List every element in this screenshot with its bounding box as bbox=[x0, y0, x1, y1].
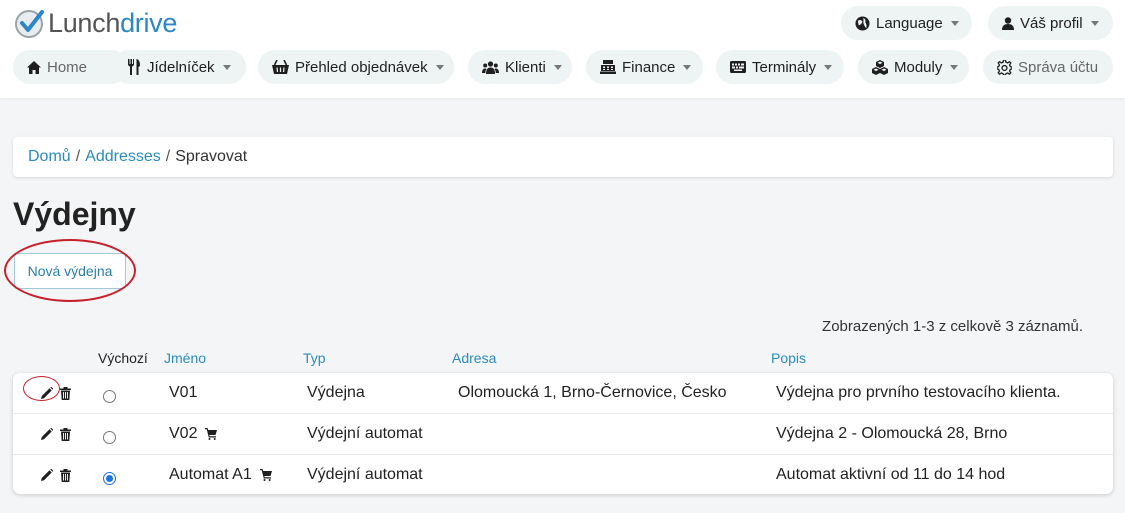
chevron-down-icon bbox=[1090, 20, 1099, 26]
row-actions bbox=[41, 373, 71, 413]
column-header-default: Výchozí bbox=[98, 350, 148, 366]
profile-label: Váš profil bbox=[1020, 14, 1083, 32]
nav-finance[interactable]: Finance bbox=[586, 50, 703, 84]
row-actions bbox=[41, 455, 71, 495]
column-header-name[interactable]: Jméno bbox=[164, 350, 206, 366]
cubes-icon bbox=[872, 59, 888, 75]
trash-icon[interactable] bbox=[60, 468, 71, 482]
breadcrumb-home-link[interactable]: Domů bbox=[28, 148, 71, 166]
row-description: Automat aktivní od 11 do 14 hod bbox=[776, 466, 1006, 483]
nav-clients-label: Klienti bbox=[505, 58, 546, 76]
default-radio-cell bbox=[103, 376, 116, 416]
table-row: V01 Výdejna Olomoucká 1, Brno-Černovice,… bbox=[13, 373, 1113, 413]
row-name-cell: Automat A1 bbox=[169, 455, 272, 495]
user-icon bbox=[1002, 16, 1014, 30]
nav-modules[interactable]: Moduly bbox=[858, 50, 969, 84]
language-dropdown[interactable]: Language bbox=[841, 6, 972, 40]
breadcrumb-current: Spravovat bbox=[175, 148, 248, 165]
row-address: Olomoucká 1, Brno-Černovice, Česko bbox=[458, 384, 727, 401]
language-label: Language bbox=[876, 14, 943, 32]
table-row: V02 Výdejní automat Výdejna 2 - Olomouck… bbox=[13, 413, 1113, 453]
row-actions bbox=[41, 414, 71, 454]
pencil-icon[interactable] bbox=[41, 387, 53, 399]
default-radio[interactable] bbox=[103, 430, 116, 444]
breadcrumb-separator: / bbox=[165, 148, 171, 165]
row-name: V02 bbox=[169, 425, 198, 442]
default-radio-cell bbox=[103, 458, 116, 498]
row-name: V01 bbox=[169, 384, 198, 401]
column-header-address[interactable]: Adresa bbox=[452, 350, 496, 366]
trash-icon[interactable] bbox=[60, 427, 71, 441]
chevron-down-icon bbox=[222, 64, 231, 70]
row-type: Výdejní automat bbox=[307, 466, 423, 483]
trash-icon[interactable] bbox=[60, 386, 71, 400]
nav-menu[interactable]: Jídelníček bbox=[113, 50, 246, 84]
row-type: Výdejní automat bbox=[307, 425, 423, 442]
keyboard-icon bbox=[730, 61, 746, 73]
nav-home[interactable]: Home bbox=[13, 50, 128, 84]
default-radio-cell bbox=[103, 417, 116, 457]
row-description: Výdejna pro prvního testovacího klienta. bbox=[776, 384, 1061, 401]
gear-icon bbox=[997, 59, 1012, 75]
globe-icon bbox=[855, 15, 870, 31]
users-icon bbox=[482, 60, 499, 74]
default-radio-selected[interactable] bbox=[103, 471, 116, 485]
chevron-down-icon bbox=[950, 64, 959, 70]
nav-clients[interactable]: Klienti bbox=[468, 50, 572, 84]
chevron-down-icon bbox=[950, 20, 959, 26]
chevron-down-icon bbox=[824, 64, 833, 70]
nav-modules-label: Moduly bbox=[894, 58, 943, 76]
nav-terminals-label: Terminály bbox=[752, 58, 817, 76]
utensils-icon bbox=[128, 59, 140, 75]
records-summary: Zobrazených 1-3 z celkově 3 záznamů. bbox=[822, 318, 1083, 335]
page-title: Výdejny bbox=[13, 196, 136, 232]
vending-cart-icon bbox=[205, 428, 218, 440]
pencil-icon[interactable] bbox=[41, 428, 53, 440]
vending-cart-icon bbox=[259, 469, 272, 481]
logo-check-icon bbox=[15, 10, 44, 38]
table-row: Automat A1 Výdejní automat Automat aktiv… bbox=[13, 454, 1113, 494]
breadcrumb-addresses-link[interactable]: Addresses bbox=[85, 148, 161, 166]
top-navigation: Lunchdrive Language Váš profil Home Jíde… bbox=[0, 0, 1125, 98]
breadcrumb-separator: / bbox=[75, 148, 81, 165]
profile-dropdown[interactable]: Váš profil bbox=[988, 6, 1113, 40]
row-description: Výdejna 2 - Olomoucká 28, Brno bbox=[776, 425, 1008, 442]
brand-name: Lunchdrive bbox=[48, 7, 178, 38]
nav-orders-label: Přehled objednávek bbox=[295, 58, 428, 76]
chevron-down-icon bbox=[683, 64, 692, 70]
chevron-down-icon bbox=[553, 64, 562, 70]
nav-orders[interactable]: Přehled objednávek bbox=[258, 50, 454, 84]
nav-account[interactable]: Správa účtu bbox=[983, 50, 1113, 84]
chevron-down-icon bbox=[435, 64, 444, 70]
logo[interactable]: Lunchdrive bbox=[14, 6, 177, 40]
row-name: Automat A1 bbox=[169, 466, 252, 483]
nav-home-label: Home bbox=[47, 58, 88, 76]
row-type: Výdejna bbox=[307, 384, 365, 401]
column-header-description[interactable]: Popis bbox=[771, 350, 806, 366]
home-icon bbox=[27, 60, 41, 74]
nav-account-label: Správa účtu bbox=[1018, 58, 1099, 76]
default-radio[interactable] bbox=[103, 389, 116, 403]
nav-menu-label: Jídelníček bbox=[147, 58, 215, 76]
cash-register-icon bbox=[600, 60, 616, 74]
nav-finance-label: Finance bbox=[622, 58, 676, 76]
new-pickup-point-button[interactable]: Nová výdejna bbox=[14, 253, 126, 289]
row-name-cell: V02 bbox=[169, 414, 218, 454]
nav-terminals[interactable]: Terminály bbox=[716, 50, 844, 84]
pencil-icon[interactable] bbox=[41, 469, 53, 481]
basket-icon bbox=[272, 60, 289, 74]
breadcrumb: Domů / Addresses / Spravovat bbox=[13, 137, 1113, 177]
column-header-type[interactable]: Typ bbox=[303, 350, 326, 366]
pickup-points-table: V01 Výdejna Olomoucká 1, Brno-Černovice,… bbox=[13, 373, 1113, 494]
